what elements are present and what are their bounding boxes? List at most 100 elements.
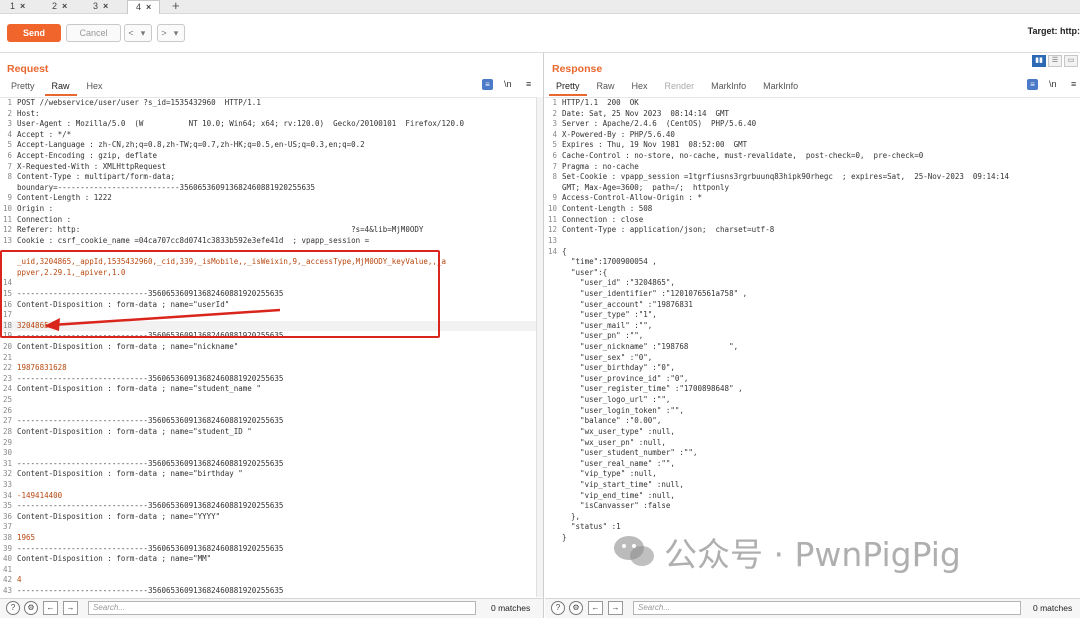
tab-pretty[interactable]: Pretty <box>549 80 587 96</box>
code-line: 27 -----------------------------356065360… <box>0 416 537 427</box>
line-text: -149414400 <box>17 490 63 500</box>
code-line: }, <box>545 512 1080 523</box>
back-button-group[interactable]: < ▾ <box>124 24 152 42</box>
match-count: 0 matches <box>1033 603 1073 613</box>
code-line: 22 19876831628 <box>0 363 537 374</box>
code-line: 6 Accept-Encoding : gzip, deflate <box>0 151 537 162</box>
code-line: 43 -----------------------------356065360… <box>0 586 537 597</box>
line-text: "balance" :"0.00", <box>562 416 662 426</box>
close-icon[interactable]: × <box>62 1 67 11</box>
code-line: 25 <box>0 395 537 406</box>
code-line: 41 <box>0 565 537 576</box>
code-line: 5 Accept-Language : zh-CN,zh;q=0.8,zh-TW;… <box>0 140 537 151</box>
response-panel: ▮▮ ☰ ▭ Response Pretty Raw Hex Render MarkInfo… <box>545 53 1080 598</box>
code-line: 7 X-Requested-With : XMLHttpRequest <box>0 162 537 173</box>
code-line: 38 1965 <box>0 533 537 544</box>
chevron-down-icon[interactable]: ▾ <box>137 25 149 41</box>
line-number: 10 <box>547 204 557 214</box>
scrollbar[interactable] <box>536 97 543 597</box>
tab-2-label: 2 <box>52 1 58 11</box>
tab-render[interactable]: Render <box>658 80 702 94</box>
next-match-icon[interactable]: → <box>608 601 623 615</box>
tab-4[interactable]: 4 × <box>127 0 161 14</box>
line-number: 25 <box>2 395 12 405</box>
send-button[interactable]: Send <box>7 24 61 42</box>
code-line: "user_logo_url" :"", <box>545 395 1080 406</box>
cancel-button[interactable]: Cancel <box>66 24 121 42</box>
tab-1[interactable]: 1 × <box>10 0 25 13</box>
response-editor[interactable]: 1 HTTP/1.1 200 OK 2 Date: Sat, 25 Nov 2023 … <box>545 97 1080 598</box>
line-text: "user_pn" :"", <box>562 331 644 341</box>
code-line: "user_province_id" :"0", <box>545 374 1080 385</box>
line-number: 4 <box>552 129 557 139</box>
line-number: 41 <box>2 564 12 574</box>
code-line: 24 Content-Disposition : form-data ; name… <box>0 384 537 395</box>
more-icon[interactable]: ≡ <box>526 79 531 89</box>
next-match-icon[interactable]: → <box>63 601 78 615</box>
back-icon[interactable]: < <box>125 25 137 41</box>
close-icon[interactable]: × <box>146 2 151 12</box>
line-number: 24 <box>2 384 12 394</box>
code-line: 26 <box>0 406 537 417</box>
line-text: Accept : */* <box>17 129 72 139</box>
tab-raw[interactable]: Raw <box>590 80 622 94</box>
single-view-icon[interactable]: ▭ <box>1064 55 1078 67</box>
line-number: 27 <box>2 416 12 426</box>
menu-icon[interactable]: ≡ <box>482 79 493 90</box>
line-text: Connection : close <box>562 214 644 224</box>
line-number: 13 <box>547 235 557 245</box>
line-text: "user_mail" :"", <box>562 320 653 330</box>
code-line: "user_real_name" :"", <box>545 459 1080 470</box>
previous-match-icon[interactable]: ← <box>43 601 58 615</box>
line-text: Content-Disposition : form-data ; name="… <box>17 511 221 521</box>
gear-icon[interactable]: ⚙ <box>569 601 583 615</box>
close-icon[interactable]: × <box>20 1 25 11</box>
forward-icon[interactable]: > <box>158 25 170 41</box>
line-number: 6 <box>7 151 12 161</box>
add-tab-button[interactable]: + <box>172 0 180 13</box>
code-line: 35 -----------------------------356065360… <box>0 501 537 512</box>
code-line: 30 <box>0 448 537 459</box>
forward-button-group[interactable]: > ▾ <box>157 24 185 42</box>
help-icon[interactable]: ? <box>6 601 20 615</box>
gear-icon[interactable]: ⚙ <box>24 601 38 615</box>
help-icon[interactable]: ? <box>551 601 565 615</box>
line-text: -----------------------------35606536091… <box>17 543 284 553</box>
line-number: 26 <box>2 405 12 415</box>
code-line: 21 <box>0 353 537 364</box>
code-line: "user_nickname" :"198768 ", <box>545 342 1080 353</box>
line-number: 2 <box>552 108 557 118</box>
horizontal-view-icon[interactable]: ☰ <box>1048 55 1062 67</box>
line-text: "wx_user_type" :null, <box>562 426 675 436</box>
close-icon[interactable]: × <box>103 1 108 11</box>
previous-match-icon[interactable]: ← <box>588 601 603 615</box>
line-number: 32 <box>2 469 12 479</box>
tab-hex[interactable]: Hex <box>625 80 655 94</box>
tab-3[interactable]: 3 × <box>93 0 108 13</box>
line-number: 43 <box>2 586 12 596</box>
target-label[interactable]: Target: http: <box>1028 26 1080 36</box>
code-line: 2 Date: Sat, 25 Nov 2023 08:14:14 GMT <box>545 109 1080 120</box>
newline-toggle[interactable]: \n <box>504 79 512 89</box>
more-icon[interactable]: ≡ <box>1071 79 1076 89</box>
newline-toggle[interactable]: \n <box>1049 79 1057 89</box>
tab-markinfo-2[interactable]: MarkInfo <box>756 80 805 94</box>
chevron-down-icon[interactable]: ▾ <box>170 25 182 41</box>
code-line: 1 POST //webservice/user/user ?s_id=15354… <box>0 98 537 109</box>
tab-2[interactable]: 2 × <box>52 0 67 13</box>
tab-markinfo[interactable]: MarkInfo <box>704 80 753 94</box>
line-text: "isCanvasser" :false <box>562 501 671 511</box>
code-line: "user_register_time" :"1700898648" , <box>545 384 1080 395</box>
search-input[interactable]: Search... <box>633 601 1021 615</box>
search-input[interactable]: Search... <box>88 601 476 615</box>
code-line: 10 Content-Length : 508 <box>545 204 1080 215</box>
request-editor[interactable]: 1 POST //webservice/user/user ?s_id=15354… <box>0 97 537 598</box>
code-line: "balance" :"0.00", <box>545 416 1080 427</box>
code-line: 4 Accept : */* <box>0 130 537 141</box>
tab-raw[interactable]: Raw <box>44 80 77 96</box>
tab-hex[interactable]: Hex <box>80 80 110 94</box>
code-line: 32 Content-Disposition : form-data ; name… <box>0 469 537 480</box>
menu-icon[interactable]: ≡ <box>1027 79 1038 90</box>
tab-pretty[interactable]: Pretty <box>4 80 42 94</box>
split-view-icon[interactable]: ▮▮ <box>1032 55 1046 67</box>
